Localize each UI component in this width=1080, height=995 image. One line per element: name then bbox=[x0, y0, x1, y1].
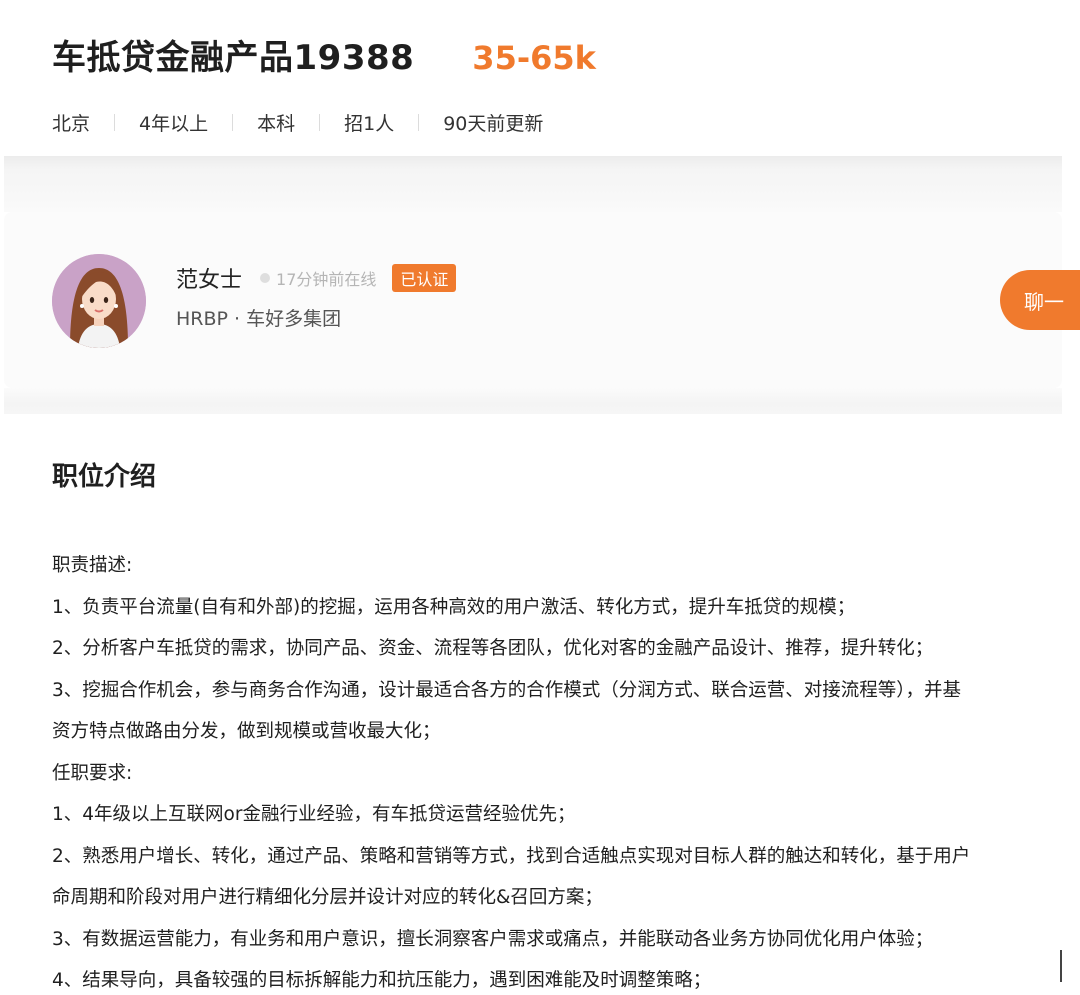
chat-button[interactable]: 聊一 bbox=[1000, 270, 1080, 330]
job-meta: 北京 4年以上 本科 招1人 90天前更新 bbox=[52, 109, 1052, 136]
description-line: 命周期和阶段对用户进行精细化分层并设计对应的转化&召回方案； bbox=[52, 887, 603, 908]
meta-education: 本科 bbox=[257, 113, 296, 135]
recruiter-card: 范女士 17分钟前在线 已认证 HRBP · 车好多集团 聊一 bbox=[4, 212, 1080, 388]
description-heading-requirements: 任职要求: bbox=[52, 762, 133, 784]
description-line: 资方特点做路由分发，做到规模或营收最大化； bbox=[52, 721, 441, 742]
job-description: 职位介绍 职责描述: 1、负责平台流量(自有和外部)的挖掘，运用各种高效的用户激… bbox=[52, 456, 1080, 995]
meta-location: 北京 bbox=[52, 113, 91, 135]
section-divider bbox=[4, 156, 1062, 212]
description-body: 职责描述: 1、负责平台流量(自有和外部)的挖掘，运用各种高效的用户激活、转化方… bbox=[52, 545, 1080, 995]
description-line: 1、4年级以上互联网or金融行业经验，有车抵贷运营经验优先； bbox=[52, 804, 576, 825]
meta-divider bbox=[418, 114, 420, 131]
title-row: 车抵贷金融产品19388 35-65k bbox=[52, 30, 1052, 79]
description-line: 1、负责平台流量(自有和外部)的挖掘，运用各种高效的用户激活、转化方式，提升车抵… bbox=[52, 596, 856, 618]
meta-divider bbox=[232, 114, 234, 131]
recruiter-name: 范女士 bbox=[176, 268, 243, 293]
online-status: 17分钟前在线 bbox=[276, 270, 377, 289]
online-status-dot-icon bbox=[260, 273, 271, 283]
recruiter-title: HRBP · 车好多集团 bbox=[176, 308, 342, 330]
description-heading-duties: 职责描述: bbox=[52, 555, 133, 576]
job-title: 车抵贷金融产品19388 bbox=[52, 38, 415, 78]
recruiter-name-row: 范女士 17分钟前在线 已认证 bbox=[176, 262, 457, 294]
meta-updated: 90天前更新 bbox=[443, 113, 544, 135]
job-header: 车抵贷金融产品19388 35-65k 北京 4年以上 本科 招1人 90天前更… bbox=[52, 30, 1052, 136]
text-cursor bbox=[1060, 950, 1062, 982]
verified-badge: 已认证 bbox=[392, 264, 457, 292]
salary: 35-65k bbox=[472, 39, 596, 77]
description-line: 2、熟悉用户增长、转化，通过产品、策略和营销等方式，找到合适触点实现对目标人群的… bbox=[52, 845, 971, 867]
description-line: 4、结果导向，具备较强的目标拆解能力和抗压能力，遇到困难能及时调整策略； bbox=[52, 970, 712, 991]
meta-divider bbox=[114, 114, 116, 131]
description-line: 2、分析客户车抵贷的需求，协同产品、资金、流程等各团队，优化对客的金融产品设计、… bbox=[52, 638, 934, 659]
meta-divider bbox=[319, 114, 321, 131]
meta-experience: 4年以上 bbox=[139, 113, 209, 135]
description-line: 3、挖掘合作机会，参与商务合作沟通，设计最适合各方的合作模式（分润方式、联合运营… bbox=[52, 679, 962, 701]
section-title: 职位介绍 bbox=[52, 462, 157, 492]
avatar[interactable] bbox=[52, 254, 146, 348]
avatar-illustration-icon bbox=[52, 254, 146, 348]
section-divider bbox=[4, 388, 1062, 414]
description-line: 3、有数据运营能力，有业务和用户意识，擅长洞察客户需求或痛点，并能联动各业务方协… bbox=[52, 928, 934, 950]
meta-headcount: 招1人 bbox=[344, 113, 395, 135]
